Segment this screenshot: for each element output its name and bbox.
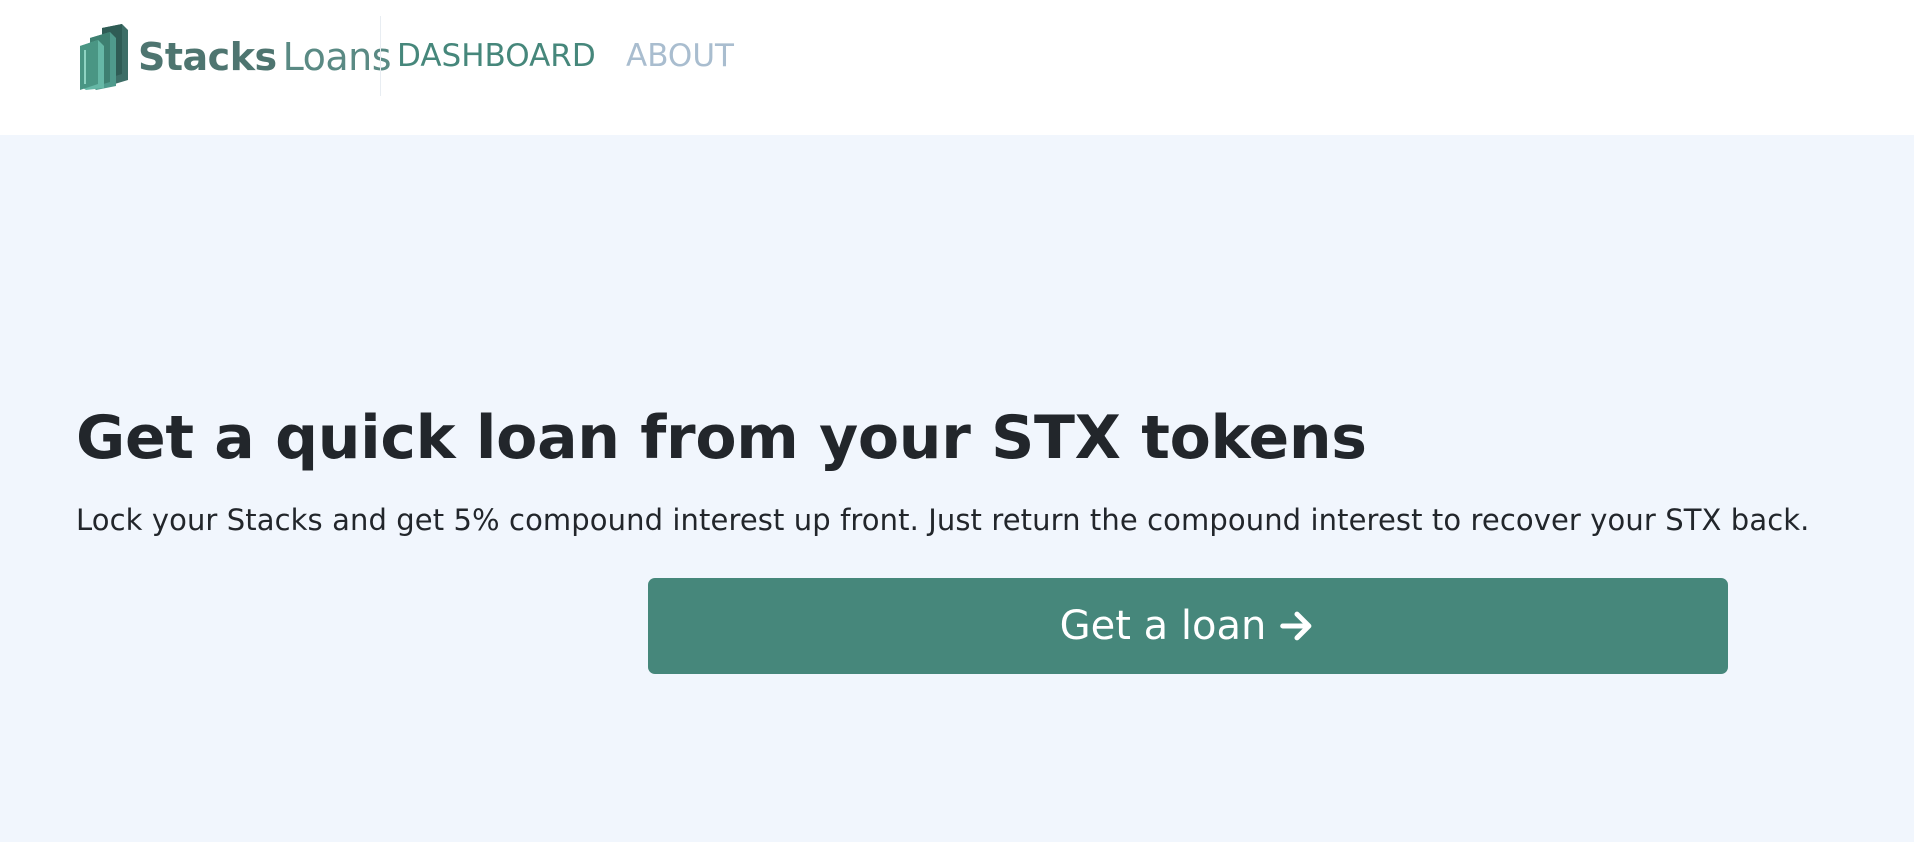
hero-title: Get a quick loan from your STX tokens [76,403,1367,473]
top-navbar: Stacks Loans DASHBOARD ABOUT [0,0,1914,135]
nav-link-about[interactable]: ABOUT [626,36,734,76]
arrow-right-icon [1280,611,1312,641]
brand-name: Stacks Loans [138,35,392,79]
brand-name-strong: Stacks [138,35,277,79]
stacked-books-logo-icon [80,24,128,90]
get-loan-button[interactable]: Get a loan [648,578,1728,674]
hero-subtitle: Lock your Stacks and get 5% compound int… [76,503,1810,537]
nav-link-dashboard[interactable]: DASHBOARD [397,36,596,76]
brand-logo-link[interactable]: Stacks Loans [80,22,392,92]
get-loan-button-label: Get a loan [1059,603,1267,649]
brand-name-light: Loans [282,35,392,79]
nav-divider [380,16,381,96]
hero-section: Get a quick loan from your STX tokens Lo… [0,135,1914,842]
